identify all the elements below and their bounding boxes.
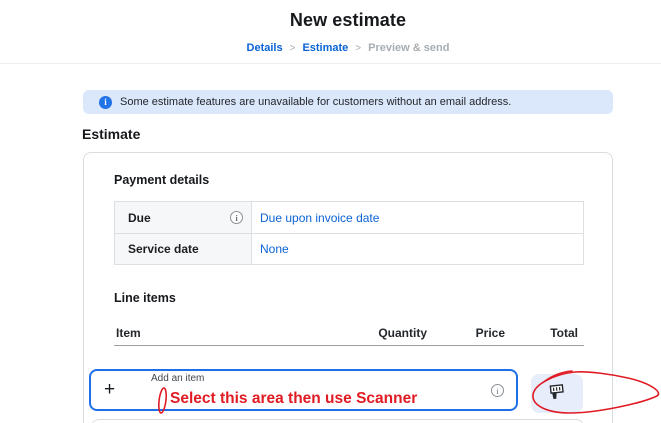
due-value-link[interactable]: Due upon invoice date [252, 202, 583, 233]
breadcrumb-details[interactable]: Details [247, 42, 283, 54]
add-an-item-label: Add an item [151, 373, 205, 384]
service-date-label-cell: Service date [115, 234, 252, 264]
info-icon: i [99, 95, 112, 109]
due-label-cell: Due i [115, 202, 252, 233]
line-items-header-row: Item Quantity Price Total [114, 321, 584, 346]
column-header-item: Item [116, 326, 141, 340]
estimate-card: Payment details Due i Due upon invoice d… [83, 152, 613, 423]
table-row-due: Due i Due upon invoice date [115, 202, 583, 233]
breadcrumb: Details > Estimate > Preview & send [83, 42, 613, 54]
barcode-scanner-icon [546, 381, 568, 406]
info-banner-text: Some estimate features are unavailable f… [120, 96, 512, 108]
column-header-price: Price [475, 326, 505, 340]
due-label: Due [128, 210, 151, 225]
payment-details-table: Due i Due upon invoice date Service date… [114, 201, 584, 265]
column-header-total: Total [550, 326, 578, 340]
page-title: New estimate [289, 10, 407, 30]
breadcrumb-preview-send: Preview & send [368, 42, 450, 54]
header-divider [0, 63, 661, 64]
chevron-separator-icon: > [289, 42, 296, 54]
table-row-service-date: Service date None [115, 233, 583, 264]
info-icon[interactable]: i [491, 384, 504, 397]
service-date-value-link[interactable]: None [252, 234, 583, 264]
barcode-scanner-button[interactable] [531, 374, 583, 413]
payment-details-heading: Payment details [114, 173, 210, 187]
breadcrumb-estimate[interactable]: Estimate [302, 42, 348, 54]
info-banner: i Some estimate features are unavailable… [83, 90, 613, 114]
new-estimate-page: New estimate Details > Estimate > Previe… [0, 0, 661, 423]
column-header-quantity: Quantity [378, 326, 427, 340]
add-an-item-input[interactable]: + Add an item i [89, 369, 518, 411]
line-items-heading: Line items [114, 291, 176, 305]
plus-icon: + [104, 379, 116, 400]
chevron-separator-icon: > [355, 42, 362, 54]
info-icon[interactable]: i [230, 211, 243, 224]
next-line-item-row-partial [91, 419, 584, 423]
service-date-label: Service date [128, 242, 199, 256]
estimate-section-title: Estimate [82, 126, 141, 142]
